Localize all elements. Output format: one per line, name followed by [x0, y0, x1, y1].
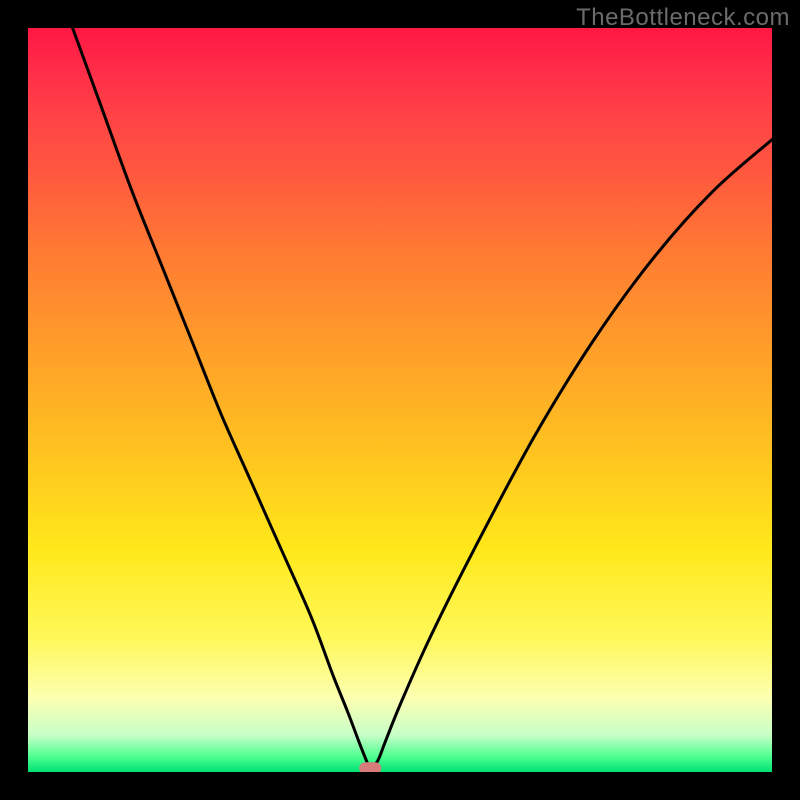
- bottleneck-curve: [73, 28, 772, 768]
- plot-area: [28, 28, 772, 772]
- curve-layer: [28, 28, 772, 772]
- chart-frame: TheBottleneck.com: [0, 0, 800, 800]
- optimum-marker: [359, 762, 381, 772]
- watermark-text: TheBottleneck.com: [576, 4, 790, 32]
